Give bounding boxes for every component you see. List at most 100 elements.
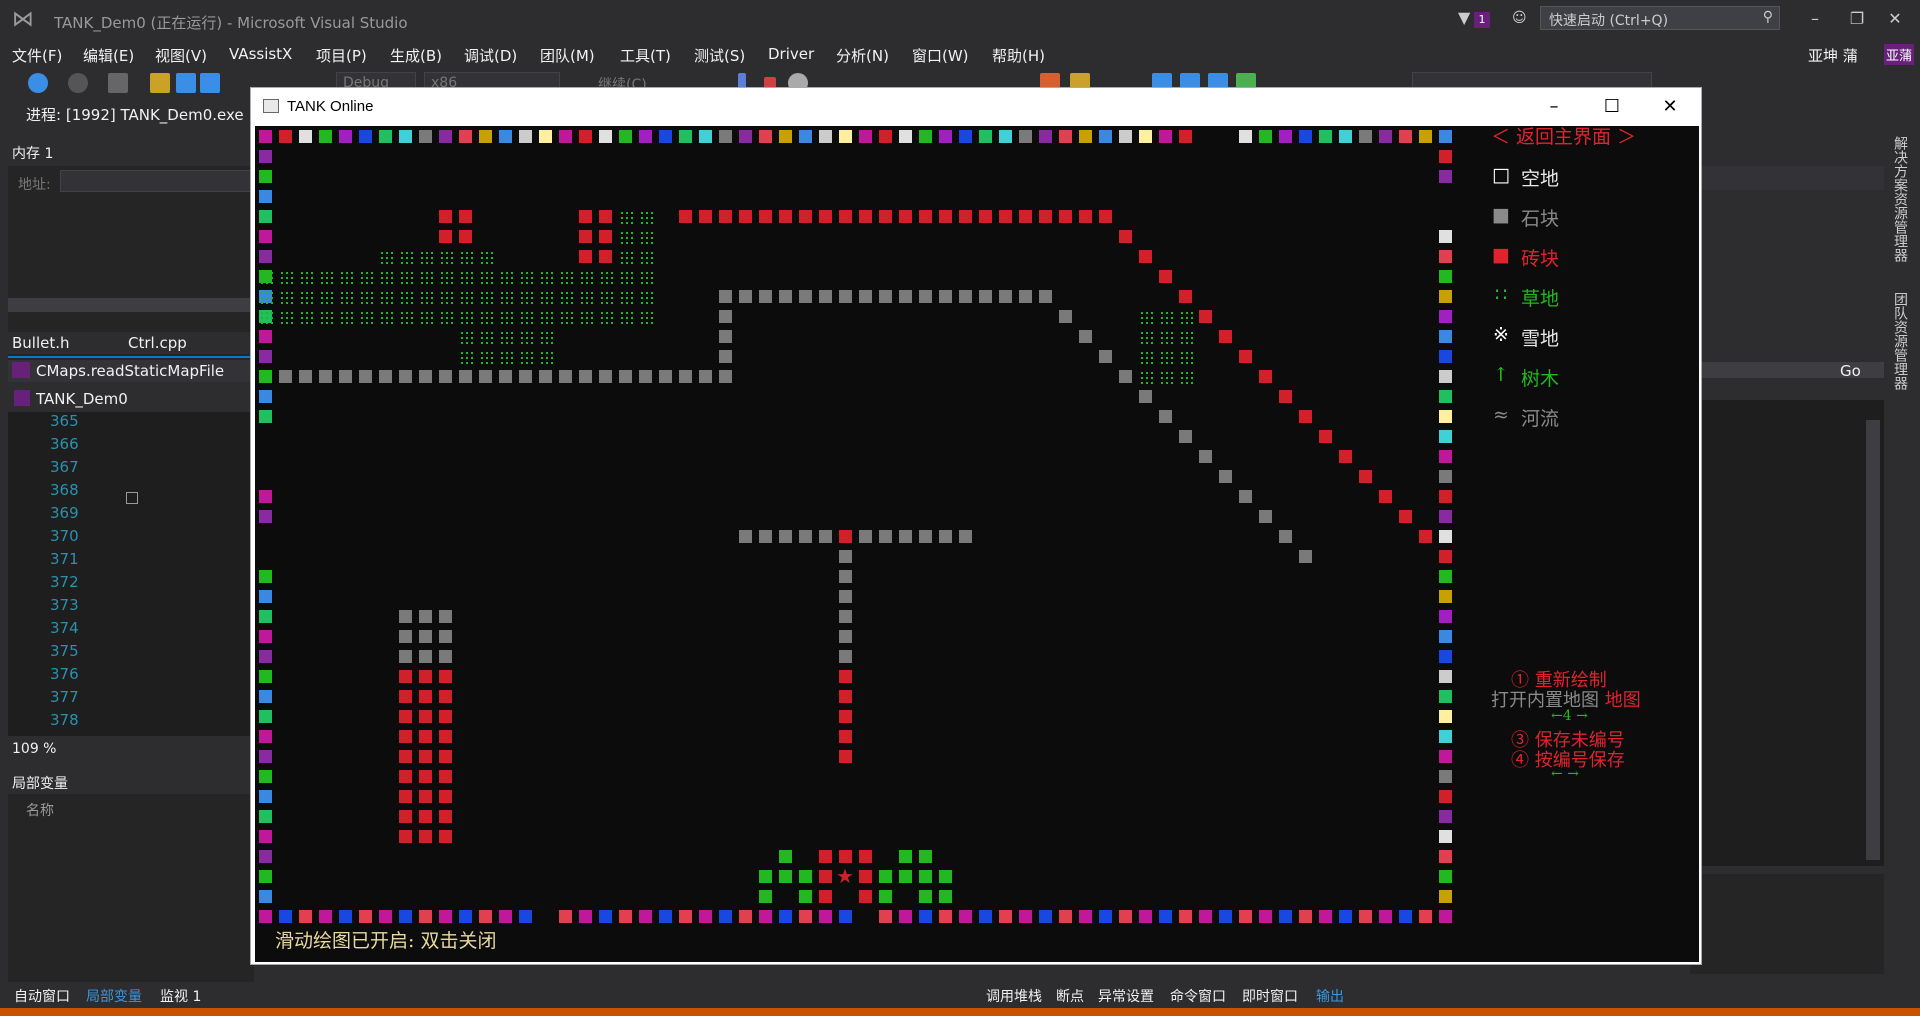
border-tile[interactable] — [1439, 310, 1452, 323]
grass-tile[interactable] — [561, 312, 573, 324]
stone-tile[interactable] — [879, 290, 892, 303]
grass-tile[interactable] — [501, 352, 513, 364]
back-icon[interactable] — [28, 73, 48, 93]
border-tile[interactable] — [1439, 670, 1452, 683]
grass-block-tile[interactable] — [799, 890, 812, 903]
border-tile[interactable] — [1019, 910, 1032, 923]
grass-tile[interactable] — [281, 272, 293, 284]
grass-tile[interactable] — [1141, 372, 1153, 384]
border-tile[interactable] — [719, 910, 732, 923]
brick-tile[interactable] — [439, 810, 452, 823]
grass-tile[interactable] — [421, 312, 433, 324]
brick-tile[interactable] — [939, 210, 952, 223]
border-tile[interactable] — [1439, 570, 1452, 583]
border-tile[interactable] — [1099, 130, 1112, 143]
stone-tile[interactable] — [859, 530, 872, 543]
stone-tile[interactable] — [579, 370, 592, 383]
stone-tile[interactable] — [799, 530, 812, 543]
grass-tile[interactable] — [261, 312, 273, 324]
stone-tile[interactable] — [299, 370, 312, 383]
border-tile[interactable] — [259, 670, 272, 683]
border-tile[interactable] — [1439, 650, 1452, 663]
border-tile[interactable] — [1139, 130, 1152, 143]
brick-tile[interactable] — [839, 710, 852, 723]
border-tile[interactable] — [1339, 910, 1352, 923]
stone-tile[interactable] — [1219, 470, 1232, 483]
stone-tile[interactable] — [1179, 430, 1192, 443]
stone-tile[interactable] — [399, 630, 412, 643]
brick-tile[interactable] — [599, 250, 612, 263]
border-tile[interactable] — [1439, 630, 1452, 643]
tab-immediate-window[interactable]: 即时窗口 — [1242, 986, 1298, 1006]
stone-tile[interactable] — [559, 370, 572, 383]
tab-watch[interactable]: 监视 1 — [160, 986, 201, 1006]
border-tile[interactable] — [359, 910, 372, 923]
brick-tile[interactable] — [1219, 330, 1232, 343]
border-tile[interactable] — [1439, 250, 1452, 263]
border-tile[interactable] — [419, 910, 432, 923]
menu-project[interactable]: 项目(P) — [316, 45, 367, 66]
code-editor[interactable]: 365 366 367 368 369 370 371 372 373 374 … — [8, 412, 254, 736]
grass-block-tile[interactable] — [899, 850, 912, 863]
brick-tile[interactable] — [859, 890, 872, 903]
tab-autos[interactable]: 自动窗口 — [14, 986, 70, 1006]
brick-tile[interactable] — [439, 770, 452, 783]
brick-tile[interactable] — [439, 210, 452, 223]
stone-tile[interactable] — [919, 290, 932, 303]
grass-tile[interactable] — [641, 212, 653, 224]
stone-tile[interactable] — [739, 290, 752, 303]
border-tile[interactable] — [499, 130, 512, 143]
tab-call-stack[interactable]: 调用堆栈 — [986, 986, 1042, 1006]
brick-tile[interactable] — [1439, 550, 1452, 563]
border-tile[interactable] — [1439, 150, 1452, 163]
stone-tile[interactable] — [639, 370, 652, 383]
grass-tile[interactable] — [481, 312, 493, 324]
brick-tile[interactable] — [1019, 210, 1032, 223]
grass-tile[interactable] — [401, 292, 413, 304]
stone-tile[interactable] — [419, 650, 432, 663]
new-project-icon[interactable] — [108, 73, 128, 93]
border-tile[interactable] — [379, 910, 392, 923]
memory-scrollbar[interactable] — [8, 298, 254, 312]
brick-tile[interactable] — [399, 670, 412, 683]
brick-tile[interactable] — [959, 210, 972, 223]
grass-tile[interactable] — [501, 332, 513, 344]
grass-tile[interactable] — [501, 272, 513, 284]
game-close-button[interactable]: ✕ — [1641, 88, 1699, 126]
border-tile[interactable] — [259, 410, 272, 423]
border-tile[interactable] — [1219, 910, 1232, 923]
stone-tile[interactable] — [659, 370, 672, 383]
border-tile[interactable] — [1139, 910, 1152, 923]
grass-tile[interactable] — [401, 252, 413, 264]
border-tile[interactable] — [1439, 870, 1452, 883]
grass-tile[interactable] — [461, 332, 473, 344]
border-tile[interactable] — [259, 570, 272, 583]
border-tile[interactable] — [579, 910, 592, 923]
border-tile[interactable] — [1439, 770, 1452, 783]
border-tile[interactable] — [419, 130, 432, 143]
stone-tile[interactable] — [499, 370, 512, 383]
stone-tile[interactable] — [359, 370, 372, 383]
border-tile[interactable] — [559, 910, 572, 923]
tab-output[interactable]: 输出 — [1316, 986, 1344, 1006]
map-number-nav[interactable]: ←4 → — [1551, 708, 1588, 724]
brick-tile[interactable] — [819, 890, 832, 903]
brick-tile[interactable] — [419, 730, 432, 743]
border-tile[interactable] — [399, 910, 412, 923]
grass-tile[interactable] — [461, 352, 473, 364]
border-tile[interactable] — [699, 130, 712, 143]
brick-tile[interactable] — [819, 210, 832, 223]
brick-tile[interactable] — [1099, 210, 1112, 223]
save-number-nav[interactable]: ← → — [1551, 766, 1579, 782]
grass-tile[interactable] — [621, 252, 633, 264]
border-tile[interactable] — [259, 890, 272, 903]
grass-tile[interactable] — [461, 252, 473, 264]
border-tile[interactable] — [879, 130, 892, 143]
border-tile[interactable] — [779, 130, 792, 143]
brick-tile[interactable] — [839, 210, 852, 223]
grass-tile[interactable] — [621, 292, 633, 304]
grass-tile[interactable] — [301, 292, 313, 304]
grass-tile[interactable] — [581, 312, 593, 324]
grass-tile[interactable] — [341, 272, 353, 284]
brick-tile[interactable] — [839, 850, 852, 863]
